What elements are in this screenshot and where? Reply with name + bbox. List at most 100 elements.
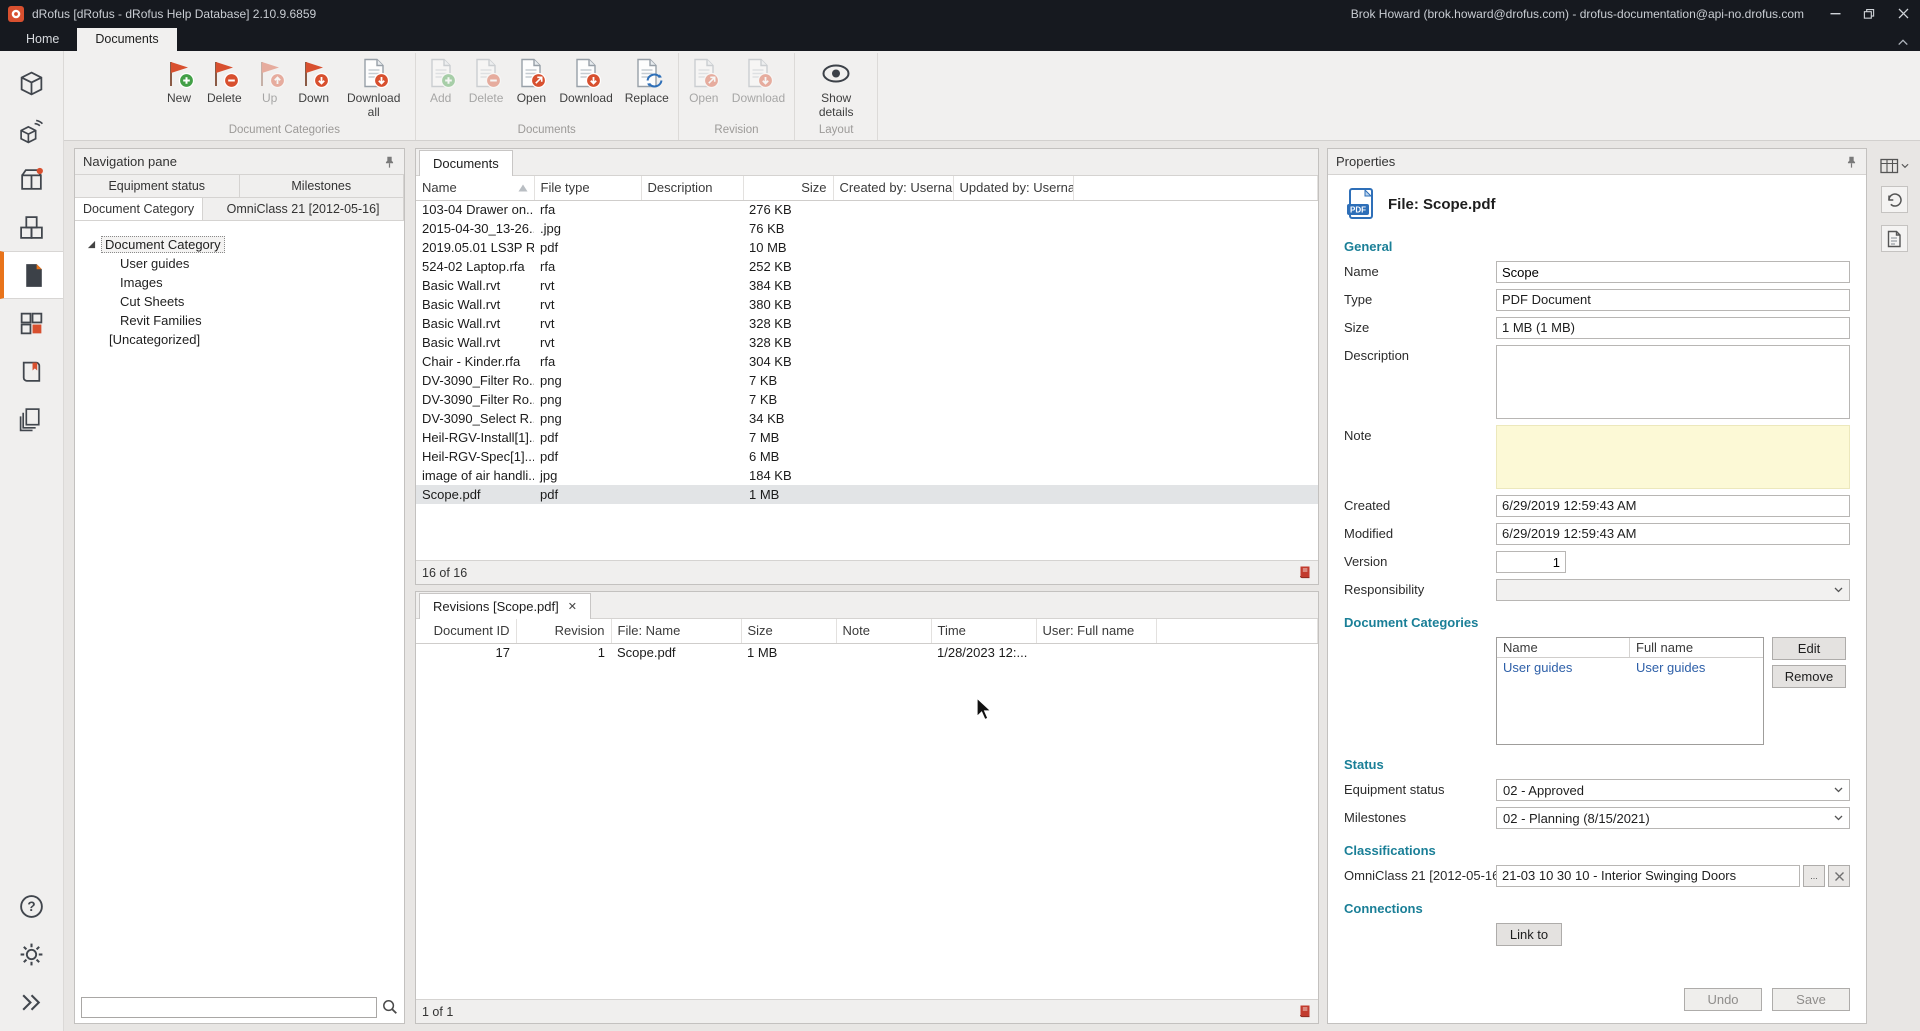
sidebar-item-rooms[interactable] — [0, 59, 63, 107]
sidebar-item-products[interactable] — [0, 203, 63, 251]
minimize-button[interactable] — [1818, 0, 1852, 27]
restore-button[interactable] — [1852, 0, 1886, 27]
sidebar-item-room-data[interactable] — [0, 107, 63, 155]
name-input[interactable] — [1496, 261, 1850, 283]
sidebar-item-logs[interactable] — [0, 395, 63, 443]
sidebar-item-reports[interactable] — [0, 347, 63, 395]
ribbon-button-document-categories-up[interactable]: Up — [248, 53, 292, 108]
tab-home[interactable]: Home — [8, 28, 77, 51]
responsibility-label: Responsibility — [1344, 579, 1496, 597]
document-row-image-of-air-handli[interactable]: image of air handli...jpg184 KB — [416, 466, 1318, 485]
ribbon-button-document-categories-download-all[interactable]: Download all — [336, 53, 412, 122]
ribbon-button-document-categories-delete[interactable]: Delete — [201, 53, 248, 108]
document-row-scope-pdf[interactable]: Scope.pdfpdf1 MB — [416, 485, 1318, 504]
ribbon-button-documents-replace[interactable]: Replace — [619, 53, 675, 108]
omniclass-field[interactable]: 21-03 10 30 10 - Interior Swinging Doors — [1496, 865, 1800, 887]
omniclass-browse-button[interactable]: ... — [1803, 865, 1825, 887]
sidebar-item-expand[interactable] — [18, 989, 45, 1019]
documents-row-count: 16 of 16 — [422, 566, 467, 580]
document-row-524-02-laptop-rfa[interactable]: 524-02 Laptop.rfarfa252 KB — [416, 257, 1318, 276]
sidebar-item-documents[interactable] — [0, 251, 63, 299]
document-row-heil-rgv-spec-1[interactable]: Heil-RGV-Spec[1]...pdf6 MB — [416, 447, 1318, 466]
column-header-revision[interactable]: Revision — [516, 619, 611, 643]
tree-item-cut-sheets[interactable]: Cut Sheets — [75, 292, 404, 311]
ribbon-button-revision-open[interactable]: Open — [682, 53, 726, 108]
tab-equipment-status[interactable]: Equipment status — [75, 175, 240, 197]
ribbon-button-revision-download[interactable]: Download — [726, 53, 791, 108]
tab-documents[interactable]: Documents — [77, 28, 176, 51]
tab-document-category[interactable]: Document Category — [75, 198, 203, 220]
column-header-file-type[interactable]: File type — [534, 176, 641, 200]
search-input[interactable] — [81, 997, 377, 1018]
version-input[interactable] — [1496, 551, 1566, 573]
tab-documents-list[interactable]: Documents — [419, 150, 513, 176]
tree-item-images[interactable]: Images — [75, 273, 404, 292]
tree-item-revit-families[interactable]: Revit Families — [75, 311, 404, 330]
document-row-dv-3090-filter-ro[interactable]: DV-3090_Filter Ro...png7 KB — [416, 390, 1318, 409]
column-header-document-id[interactable]: Document ID — [416, 619, 516, 643]
column-header-size[interactable]: Size — [741, 619, 836, 643]
note-field[interactable] — [1496, 425, 1850, 489]
ribbon-collapse-icon[interactable] — [1886, 38, 1920, 51]
document-row-2015-04-30-13-26[interactable]: 2015-04-30_13-26....jpg76 KB — [416, 219, 1318, 238]
expander-icon[interactable] — [87, 240, 96, 249]
pin-icon[interactable] — [1845, 155, 1858, 169]
ribbon-button-layout-show-details[interactable]: Show details — [798, 53, 874, 122]
search-icon[interactable] — [382, 999, 398, 1015]
ribbon-button-documents-delete[interactable]: Delete — [463, 53, 510, 108]
document-row-103-04-drawer-on[interactable]: 103-04 Drawer on...rfa276 KB — [416, 200, 1318, 219]
column-header-updated-by-userna[interactable]: Updated by: Userna... — [953, 176, 1073, 200]
tab-omniclass[interactable]: OmniClass 21 [2012-05-16] — [203, 198, 404, 220]
sidebar-item-help[interactable]: ? — [18, 893, 45, 923]
document-row-basic-wall-rvt[interactable]: Basic Wall.rvtrvt380 KB — [416, 295, 1318, 314]
sidebar-item-settings[interactable] — [18, 941, 45, 971]
equipment-status-select[interactable]: 02 - Approved — [1496, 779, 1850, 801]
responsibility-select[interactable] — [1496, 579, 1850, 601]
edit-button[interactable]: Edit — [1772, 637, 1846, 660]
column-header-user-full-name[interactable]: User: Full name — [1036, 619, 1156, 643]
column-header-created-by-userna[interactable]: Created by: Userna... — [833, 176, 953, 200]
category-row-user-guides[interactable]: User guidesUser guides — [1497, 658, 1763, 677]
modified-label: Modified — [1344, 523, 1496, 541]
column-header-description[interactable]: Description — [641, 176, 743, 200]
tree-item-user-guides[interactable]: User guides — [75, 254, 404, 273]
ribbon-button-document-categories-down[interactable]: Down — [292, 53, 336, 108]
omniclass-clear-button[interactable] — [1828, 865, 1850, 887]
document-row-chair-kinder-rfa[interactable]: Chair - Kinder.rfarfa304 KB — [416, 352, 1318, 371]
document-row-heil-rgv-install-1[interactable]: Heil-RGV-Install[1]...pdf7 MB — [416, 428, 1318, 447]
sidebar-item-systems[interactable] — [0, 299, 63, 347]
pin-icon[interactable] — [383, 155, 396, 169]
document-row-2019-05-01-ls3p-r[interactable]: 2019.05.01 LS3P R...pdf10 MB — [416, 238, 1318, 257]
column-header-size[interactable]: Size — [743, 176, 833, 200]
undo-button[interactable]: Undo — [1684, 988, 1762, 1011]
tree-item-document-category[interactable]: Document Category — [75, 235, 404, 254]
layout-selector-button[interactable] — [1880, 158, 1909, 174]
revision-row[interactable]: 171Scope.pdf1 MB1/28/2023 12:... — [416, 643, 1318, 662]
link-to-button[interactable]: Link to — [1496, 923, 1562, 946]
document-row-basic-wall-rvt[interactable]: Basic Wall.rvtrvt384 KB — [416, 276, 1318, 295]
column-header-file-name[interactable]: File: Name — [611, 619, 741, 643]
save-button[interactable]: Save — [1772, 988, 1850, 1011]
ribbon-button-documents-open[interactable]: Open — [509, 53, 553, 108]
close-button[interactable] — [1886, 0, 1920, 27]
document-log-button[interactable] — [1881, 225, 1908, 252]
tab-revisions[interactable]: Revisions [Scope.pdf] ✕ — [419, 593, 591, 619]
document-row-basic-wall-rvt[interactable]: Basic Wall.rvtrvt328 KB — [416, 333, 1318, 352]
document-row-dv-3090-select-r[interactable]: DV-3090_Select R...png34 KB — [416, 409, 1318, 428]
column-header-note[interactable]: Note — [836, 619, 931, 643]
column-header-name[interactable]: Name — [416, 176, 534, 200]
ribbon-button-documents-download[interactable]: Download — [553, 53, 618, 108]
tab-milestones[interactable]: Milestones — [240, 175, 405, 197]
history-button[interactable] — [1881, 186, 1908, 213]
column-header-time[interactable]: Time — [931, 619, 1036, 643]
ribbon-button-documents-add[interactable]: Add — [419, 53, 463, 108]
document-row-dv-3090-filter-ro[interactable]: DV-3090_Filter Ro...png7 KB — [416, 371, 1318, 390]
ribbon-button-document-categories-new[interactable]: New — [157, 53, 201, 108]
sidebar-item-items[interactable] — [0, 155, 63, 203]
tree-item-uncategorized[interactable]: [Uncategorized] — [75, 330, 404, 349]
description-field[interactable] — [1496, 345, 1850, 419]
close-tab-icon[interactable]: ✕ — [568, 600, 577, 613]
milestones-select[interactable]: 02 - Planning (8/15/2021) — [1496, 807, 1850, 829]
remove-button[interactable]: Remove — [1772, 665, 1846, 688]
document-row-basic-wall-rvt[interactable]: Basic Wall.rvtrvt328 KB — [416, 314, 1318, 333]
